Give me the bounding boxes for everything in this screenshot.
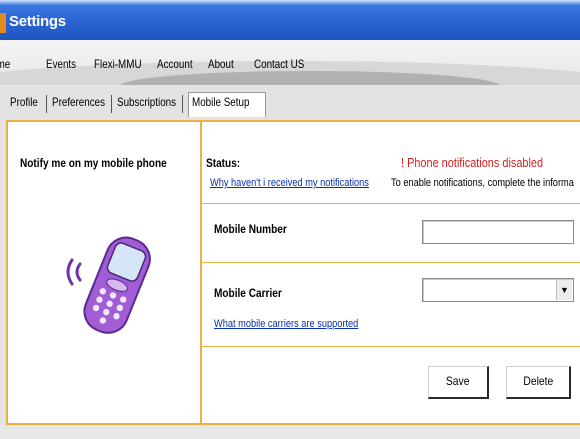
window-icon <box>0 13 6 33</box>
menu-item-home[interactable]: Home <box>0 57 10 71</box>
status-label: Status: <box>206 156 241 170</box>
row-divider <box>202 346 580 347</box>
tab-separator <box>111 95 112 113</box>
tab-subscriptions[interactable]: Subscriptions <box>117 95 176 109</box>
menu-bar: Home Events Flexi-MMU Account About Cont… <box>0 43 580 85</box>
notifications-disabled-alert: ! Phone notifications disabled <box>401 155 544 170</box>
notifications-help-link[interactable]: Why haven't i received my notifications <box>210 177 369 189</box>
menu-item-events[interactable]: Events <box>46 57 76 71</box>
window-title: Settings <box>9 13 66 30</box>
mobile-phone-ringing-icon <box>66 236 151 334</box>
mobile-carrier-select[interactable]: ▼ <box>422 278 574 302</box>
window-bottom-edge <box>0 425 580 439</box>
delete-button-label: Delete <box>523 374 553 388</box>
carriers-help-link[interactable]: What mobile carriers are supported <box>214 318 358 330</box>
mobile-setup-panel: Notify me on my mobile phone Status: Why… <box>6 120 580 425</box>
menu-item-contact-us[interactable]: Contact US <box>254 57 304 71</box>
delete-button[interactable]: Delete <box>506 366 571 399</box>
tab-preferences[interactable]: Preferences <box>52 95 105 109</box>
tab-profile[interactable]: Profile <box>10 95 38 109</box>
mobile-number-input[interactable] <box>422 220 574 244</box>
enable-notifications-message: To enable notifications, complete the in… <box>391 177 574 189</box>
title-bar: Settings <box>0 0 580 43</box>
chevron-down-icon[interactable]: ▼ <box>556 280 572 300</box>
tab-separator <box>46 95 47 113</box>
mobile-carrier-label: Mobile Carrier <box>214 286 282 300</box>
menu-item-flexi-mmu[interactable]: Flexi-MMU <box>94 57 142 71</box>
menu-item-account[interactable]: Account <box>157 57 193 71</box>
mobile-number-label: Mobile Number <box>214 222 287 236</box>
tab-mobile-setup[interactable]: Mobile Setup <box>192 95 249 109</box>
save-button[interactable]: Save <box>428 366 489 399</box>
save-button-label: Save <box>446 374 470 388</box>
tab-separator <box>182 95 183 113</box>
row-divider <box>202 203 580 204</box>
menu-item-about[interactable]: About <box>208 57 234 71</box>
notify-heading: Notify me on my mobile phone <box>20 156 167 170</box>
row-divider <box>202 262 580 263</box>
column-divider <box>200 122 202 425</box>
